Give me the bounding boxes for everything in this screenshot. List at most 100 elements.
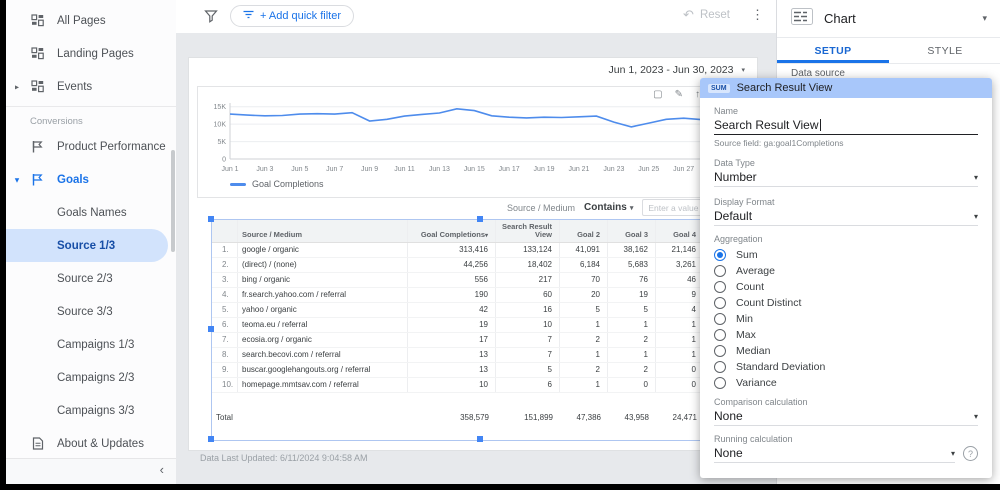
toolbar: + Add quick filter ↶ Reset ⋮ — [176, 0, 776, 34]
metric-cell: 44,256 — [408, 258, 496, 272]
metric-cell: 1 — [608, 348, 656, 362]
table-row[interactable]: 1. google / organic 313,416 133,124 41,091 38… — [212, 243, 749, 258]
timeseries-chart-widget[interactable]: ▢ ✎ ↑ 0 5K 10K 15K Jun 1 Jun 3 Jun 5 Jun 7 Jun 9… — [197, 86, 747, 198]
header-cell[interactable]: Goal Completions ▾ — [408, 220, 496, 242]
radio-unselected-icon[interactable] — [714, 313, 726, 325]
aggregation-option-max[interactable]: Max — [714, 327, 978, 343]
filter-field-label: Source / Medium — [507, 202, 576, 213]
tab-style[interactable]: STYLE — [889, 38, 1000, 63]
sidebar-item-goals[interactable]: ▾ Goals — [6, 163, 176, 196]
table-row[interactable]: 3.bing / organic55621770764614128 — [212, 273, 749, 288]
metric-cell: 20 — [560, 288, 608, 302]
metric-cell: 70 — [560, 273, 608, 287]
caret-right-icon[interactable]: ▸ — [15, 82, 19, 91]
sidebar-item-events[interactable]: ▸ Events — [6, 70, 176, 103]
aggregation-option-count-distinct[interactable]: Count Distinct — [714, 295, 978, 311]
aggregation-option-variance[interactable]: Variance — [714, 375, 978, 391]
sidebar-item-goals-names[interactable]: Goals Names — [6, 196, 176, 229]
screen: All Pages Landing Pages ▸ Events Conversions… — [0, 0, 1000, 490]
sidebar-item-source-2-3[interactable]: Source 2/3 — [6, 262, 176, 295]
table-row[interactable]: 9. buscar.googlehangouts.org / referral 13… — [212, 363, 749, 378]
data-table-widget[interactable]: Source / Medium Goal Completions ▾ Search … — [211, 219, 750, 441]
filter-funnel-icon[interactable] — [204, 9, 218, 28]
sidebar-item-all-pages[interactable]: All Pages — [6, 4, 176, 37]
sidebar-nav-list: All Pages Landing Pages ▸ Events Conversions… — [6, 0, 176, 460]
selection-handle[interactable] — [208, 216, 214, 222]
table-row[interactable]: 6.teoma.eu / referral191011106 — [212, 318, 749, 333]
radio-unselected-icon[interactable] — [714, 329, 726, 341]
data-type-dropdown[interactable]: Number ▾ — [714, 168, 978, 187]
filter-operator-dropdown[interactable]: Contains ▾ — [584, 202, 633, 213]
chevron-down-icon[interactable]: ▾ — [982, 13, 987, 24]
svg-text:Jun 7: Jun 7 — [326, 166, 343, 173]
row-number: 7. — [212, 333, 238, 347]
caret-down-icon[interactable]: ▾ — [15, 175, 19, 184]
sidebar-item-product-performance[interactable]: Product Performance — [6, 130, 176, 163]
running-calculation-dropdown[interactable]: None ▾ — [714, 444, 955, 463]
table-row[interactable]: 5.yahoo / organic4216554111 — [212, 303, 749, 318]
collapse-sidebar-icon[interactable]: ‹ — [160, 462, 164, 477]
aggregation-option-standard-deviation[interactable]: Standard Deviation — [714, 359, 978, 375]
table-row[interactable]: 2. (direct) / (none) 44,256 18,402 6,184 5,68… — [212, 258, 749, 273]
selection-handle[interactable] — [477, 436, 483, 442]
aggregation-option-sum[interactable]: Sum — [714, 247, 978, 263]
field-editor-header[interactable]: SUM Search Result View — [700, 78, 992, 98]
radio-unselected-icon[interactable] — [714, 377, 726, 389]
radio-unselected-icon[interactable] — [714, 297, 726, 309]
metric-cell: 60 — [496, 288, 560, 302]
help-icon[interactable]: ? — [963, 446, 978, 461]
aggregation-badge: SUM — [708, 83, 730, 93]
radio-selected-icon[interactable] — [714, 249, 726, 261]
sidebar-scrollbar[interactable] — [171, 150, 175, 252]
header-cell[interactable]: Goal 3 — [608, 220, 656, 242]
selection-handle[interactable] — [477, 216, 483, 222]
radio-unselected-icon[interactable] — [714, 265, 726, 277]
display-format-dropdown[interactable]: Default ▾ — [714, 207, 978, 226]
sidebar-item-label: Source 1/3 — [57, 239, 116, 252]
more-options-icon[interactable]: ⋮ — [751, 7, 764, 23]
table-row[interactable]: 8.search.becovi.com / referral13711102 — [212, 348, 749, 363]
date-range-control[interactable]: Jun 1, 2023 - Jun 30, 2023 ▾ — [609, 64, 745, 76]
reset-button[interactable]: ↶ Reset — [683, 7, 730, 23]
radio-unselected-icon[interactable] — [714, 345, 726, 357]
sort-desc-icon: ▾ — [484, 233, 488, 240]
comparison-calculation-dropdown[interactable]: None ▾ — [714, 407, 978, 426]
metric-cell: 133,124 — [496, 243, 560, 257]
aggregation-option-label: Min — [736, 313, 753, 325]
sidebar-item-label: About & Updates — [57, 437, 144, 450]
table-row[interactable]: 4. fr.search.yahoo.com / referral 190 60 20 1… — [212, 288, 749, 303]
aggregation-option-min[interactable]: Min — [714, 311, 978, 327]
sidebar-item-landing-pages[interactable]: Landing Pages — [6, 37, 176, 70]
sidebar-item-campaigns-2-3[interactable]: Campaigns 2/3 — [6, 361, 176, 394]
header-cell[interactable]: Goal 2 — [560, 220, 608, 242]
sidebar-footer: ‹ — [6, 458, 176, 484]
svg-text:Jun 15: Jun 15 — [464, 166, 485, 173]
aggregation-option-count[interactable]: Count — [714, 279, 978, 295]
name-input[interactable]: Search Result View — [714, 116, 978, 135]
sidebar-item-source-3-3[interactable]: Source 3/3 — [6, 295, 176, 328]
radio-unselected-icon[interactable] — [714, 361, 726, 373]
svg-text:0: 0 — [222, 157, 226, 164]
aggregation-option-label: Standard Deviation — [736, 361, 826, 373]
selection-handle[interactable] — [208, 326, 214, 332]
legend-line-swatch — [230, 182, 246, 186]
sidebar-item-campaigns-1-3[interactable]: Campaigns 1/3 — [6, 328, 176, 361]
aggregation-option-average[interactable]: Average — [714, 263, 978, 279]
sidebar-item-source-1-3[interactable]: Source 1/3 — [6, 229, 168, 262]
header-cell[interactable]: Search Result View — [496, 220, 560, 242]
selection-handle[interactable] — [208, 436, 214, 442]
metric-cell: 217 — [496, 273, 560, 287]
filter-operator-value: Contains — [584, 202, 627, 213]
sidebar-item-about-updates[interactable]: About & Updates — [6, 427, 176, 460]
metric-cell: 1 — [608, 318, 656, 332]
metric-cell: 4 — [656, 303, 704, 317]
header-cell[interactable]: Source / Medium — [238, 220, 408, 242]
table-row[interactable]: 10.homepage.mmtsav.com / referral1061000… — [212, 378, 749, 393]
aggregation-option-median[interactable]: Median — [714, 343, 978, 359]
radio-unselected-icon[interactable] — [714, 281, 726, 293]
add-quick-filter-button[interactable]: + Add quick filter — [230, 5, 355, 27]
header-cell[interactable]: Goal 4 — [656, 220, 704, 242]
table-row[interactable]: 7.ecosia.org / organic17722114 — [212, 333, 749, 348]
sidebar-item-campaigns-3-3[interactable]: Campaigns 3/3 — [6, 394, 176, 427]
chart-type-icon[interactable] — [791, 7, 813, 30]
